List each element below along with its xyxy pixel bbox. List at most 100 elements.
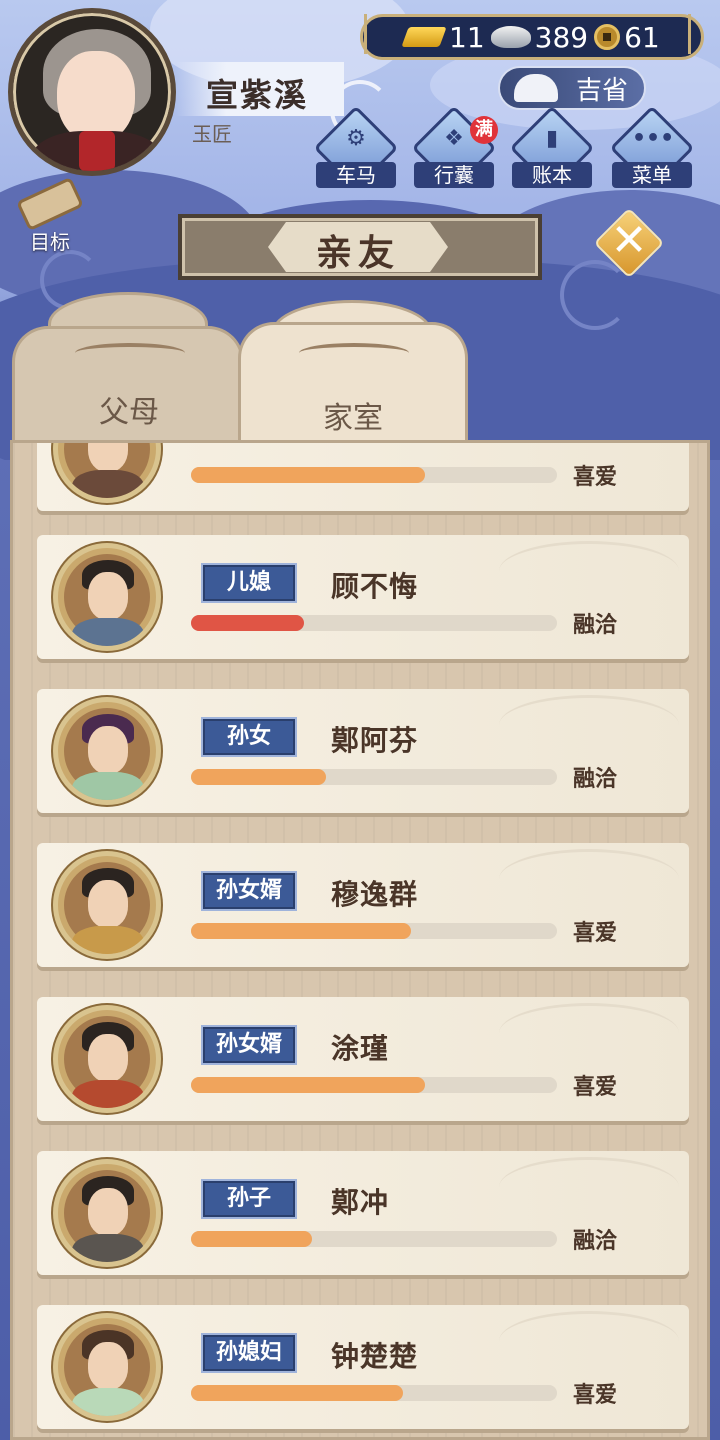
portrait-robe — [72, 470, 144, 498]
bamboo-decor-icon — [688, 14, 708, 54]
currency-bar: 11 389 61 — [360, 14, 704, 60]
list-item[interactable]: 喜爱 — [37, 440, 689, 511]
role-badge: 孙女婿 — [201, 871, 297, 911]
wave-decor — [499, 1311, 679, 1371]
avatar-collar — [79, 131, 115, 171]
portrait-robe — [72, 926, 144, 954]
person-name: 顾不悔 — [331, 570, 419, 603]
main-menu-button[interactable]: ••• 菜单 — [609, 105, 695, 192]
portrait-avatar — [53, 851, 161, 959]
affinity-bar-fill — [191, 1385, 404, 1401]
coin-amount: 61 — [624, 20, 660, 54]
relation-label: 喜爱 — [573, 1383, 618, 1408]
bamboo-decor-icon — [364, 14, 384, 54]
portrait-face — [88, 572, 128, 620]
person-name: 鄚冲 — [331, 1186, 390, 1219]
silver-amount: 389 — [534, 20, 589, 54]
relation-label: 喜爱 — [573, 921, 618, 946]
portrait-avatar — [53, 1159, 161, 1267]
list-item[interactable]: 孙女婿 穆逸群 喜爱 — [37, 843, 689, 967]
portrait-robe — [72, 772, 144, 800]
relation-label: 喜爱 — [573, 1075, 618, 1100]
tab-parents[interactable]: 父母 — [12, 326, 244, 442]
role-badge: 儿媳 — [201, 563, 297, 603]
affinity-bar — [191, 467, 557, 483]
main-menu-label: 菜单 — [612, 162, 692, 188]
portrait-avatar — [53, 1313, 161, 1421]
relation-label: 融洽 — [573, 613, 618, 638]
relatives-list[interactable]: 喜爱 儿媳 顾不悔 融洽 孙女 鄚阿芬 融洽 孙女婿 穆逸群 喜爱 孙女婿 涂瑾… — [10, 440, 710, 1440]
portrait-face — [88, 880, 128, 928]
player-title: 玉匠 — [192, 122, 232, 146]
swirl-decor — [299, 343, 409, 363]
wave-decor — [499, 541, 679, 601]
full-badge: 满 — [470, 116, 498, 144]
affinity-bar-fill — [191, 1231, 312, 1247]
affinity-bar-fill — [191, 769, 327, 785]
portrait-avatar — [53, 1005, 161, 1113]
coin-currency: 61 — [594, 21, 660, 54]
close-icon[interactable]: ✕ — [604, 216, 654, 266]
swirl-decor — [75, 343, 185, 363]
wave-decor — [499, 443, 679, 453]
affinity-bar-fill — [191, 467, 426, 483]
tab-family-label: 家室 — [323, 401, 383, 436]
affinity-bar — [191, 769, 557, 785]
goal-label: 目标 — [30, 230, 70, 254]
relation-label: 融洽 — [573, 767, 618, 792]
wave-decor — [499, 1003, 679, 1063]
portrait-avatar — [53, 697, 161, 805]
wave-decor — [499, 1157, 679, 1217]
bag-button[interactable]: ❖ 行囊 满 — [411, 105, 498, 192]
list-item[interactable]: 孙女婿 涂瑾 喜爱 — [37, 997, 689, 1121]
ledger-button[interactable]: ▮ 账本 — [509, 105, 595, 192]
list-item[interactable]: 孙子 鄚冲 融洽 — [37, 1151, 689, 1275]
role-badge: 孙女婿 — [201, 1025, 297, 1065]
portrait-hair — [82, 440, 134, 442]
role-badge: 孙子 — [201, 1179, 297, 1219]
affinity-bar — [191, 923, 557, 939]
tab-family[interactable]: 家室 — [238, 322, 468, 446]
copper-coin-icon — [594, 24, 621, 50]
affinity-bar-fill — [191, 923, 411, 939]
gold-amount: 11 — [449, 20, 485, 54]
relation-label: 融洽 — [573, 1229, 618, 1254]
bag-icon: ❖ — [444, 126, 464, 151]
portrait-robe — [72, 1234, 144, 1262]
affinity-bar — [191, 1385, 557, 1401]
carriage-button[interactable]: ⚙ 车马 — [313, 105, 399, 192]
wave-decor — [499, 849, 679, 909]
silver-currency: 389 — [490, 20, 589, 54]
page-title: 亲友 — [315, 233, 400, 274]
goal-button[interactable]: 目标 — [12, 176, 84, 254]
wave-decor — [499, 695, 679, 755]
portrait-face — [88, 1342, 128, 1390]
bag-label: 行囊 — [414, 162, 494, 188]
person-name: 涂瑾 — [331, 1032, 390, 1065]
more-icon: ••• — [632, 126, 675, 151]
list-item[interactable]: 孙媳妇 钟楚楚 喜爱 — [37, 1305, 689, 1429]
list-item[interactable]: 孙女 鄚阿芬 融洽 — [37, 689, 689, 813]
portrait-avatar — [53, 543, 161, 651]
carriage-label: 车马 — [316, 162, 396, 188]
avatar-face — [57, 51, 135, 143]
list-item[interactable]: 儿媳 顾不悔 融洽 — [37, 535, 689, 659]
ledger-icon: ▮ — [545, 126, 559, 151]
person-name: 鄚阿芬 — [331, 724, 419, 757]
role-badge: 孙女 — [201, 717, 297, 757]
gold-currency: 11 — [401, 20, 485, 54]
silver-ingot-icon — [490, 26, 531, 48]
affinity-bar-fill — [191, 1077, 426, 1093]
portrait-face — [88, 726, 128, 774]
player-avatar[interactable] — [8, 8, 176, 176]
portrait-robe — [72, 1388, 144, 1416]
affinity-bar — [191, 615, 557, 631]
ledger-label: 账本 — [512, 162, 592, 188]
role-badge: 孙媳妇 — [201, 1333, 297, 1373]
status-button[interactable]: 吉省 — [498, 66, 646, 110]
gold-ingot-icon — [401, 27, 447, 47]
portrait-face — [88, 1034, 128, 1082]
iron-icon — [514, 74, 558, 102]
portrait-face — [88, 1188, 128, 1236]
person-name: 钟楚楚 — [331, 1340, 419, 1373]
